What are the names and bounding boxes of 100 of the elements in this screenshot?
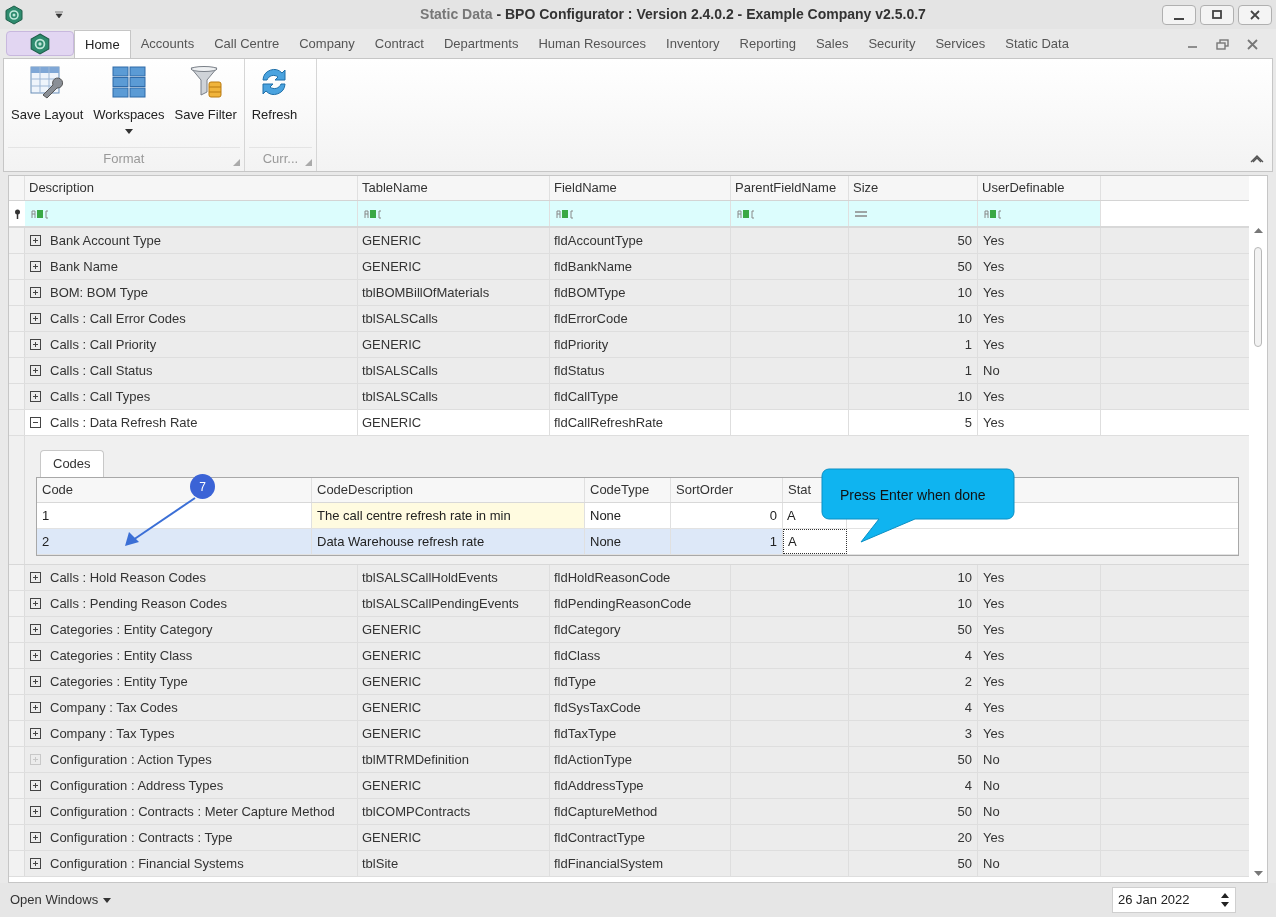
column-header[interactable]: Description bbox=[25, 176, 358, 200]
table-cell: GENERIC bbox=[358, 254, 550, 279]
expand-icon[interactable] bbox=[30, 365, 41, 376]
table-cell: 10 bbox=[849, 306, 978, 331]
ribbon-button[interactable]: Save Filter bbox=[169, 65, 242, 125]
table-cell: tblSALSCalls bbox=[358, 384, 550, 409]
column-header[interactable]: CodeType bbox=[590, 480, 650, 500]
column-header[interactable]: Code bbox=[42, 480, 74, 500]
expand-icon[interactable] bbox=[30, 391, 41, 402]
expand-icon[interactable] bbox=[30, 624, 41, 635]
table-cell: 5 bbox=[849, 410, 978, 435]
expand-icon[interactable] bbox=[30, 676, 41, 687]
ribbon-tab[interactable]: Home bbox=[74, 30, 131, 58]
document-title: Static Data bbox=[420, 5, 493, 24]
expand-icon[interactable] bbox=[30, 806, 41, 817]
table-cell: fldType bbox=[550, 669, 731, 694]
ribbon-tab[interactable]: Inventory bbox=[656, 30, 730, 58]
table-cell: fldActionType bbox=[550, 747, 731, 772]
scroll-down-icon[interactable] bbox=[1253, 871, 1263, 876]
table-cell: 1 bbox=[849, 332, 978, 357]
row-description: Categories : Entity Class bbox=[50, 646, 193, 665]
dialog-launcher-icon[interactable] bbox=[232, 159, 240, 166]
table-cell: No bbox=[978, 358, 1101, 383]
row-description: Categories : Entity Category bbox=[50, 620, 213, 639]
expand-icon[interactable] bbox=[30, 780, 41, 791]
app-logo-icon[interactable] bbox=[4, 4, 24, 25]
filter-cell[interactable] bbox=[25, 201, 358, 226]
expand-icon[interactable] bbox=[30, 702, 41, 713]
table-cell: GENERIC bbox=[358, 617, 550, 642]
expand-icon[interactable] bbox=[30, 598, 41, 609]
dialog-launcher-icon[interactable] bbox=[305, 159, 313, 166]
ribbon-tab[interactable]: Human Resources bbox=[528, 30, 657, 58]
row-description: Calls : Pending Reason Codes bbox=[50, 594, 228, 613]
close-icon[interactable] bbox=[1247, 38, 1258, 50]
ribbon-tab[interactable]: Call Centre bbox=[204, 30, 290, 58]
collapse-ribbon-icon[interactable] bbox=[1250, 153, 1264, 163]
restore-icon[interactable] bbox=[1216, 38, 1229, 50]
expand-icon[interactable] bbox=[30, 650, 41, 661]
ribbon-tab[interactable]: Departments bbox=[434, 30, 529, 58]
app-logo-icon[interactable] bbox=[29, 32, 51, 55]
ribbon-tab[interactable]: Security bbox=[858, 30, 926, 58]
table-cell: 50 bbox=[849, 254, 978, 279]
column-header[interactable]: SortOrder bbox=[676, 480, 734, 500]
ribbon-tab[interactable]: Contract bbox=[364, 30, 434, 58]
row-description: Categories : Entity Type bbox=[50, 672, 188, 691]
filter-cell[interactable] bbox=[550, 201, 731, 226]
expand-icon[interactable] bbox=[30, 313, 41, 324]
spinner-icon[interactable] bbox=[1221, 892, 1229, 908]
open-windows-button[interactable]: Open Windows bbox=[10, 890, 112, 910]
table-cell: 20 bbox=[849, 825, 978, 850]
expand-icon[interactable] bbox=[30, 261, 41, 272]
column-header[interactable]: CodeDescription bbox=[317, 480, 414, 500]
collapse-icon[interactable] bbox=[30, 417, 41, 428]
table-cell: tblMTRMDefinition bbox=[358, 747, 550, 772]
column-header[interactable]: UserDefinable bbox=[978, 176, 1101, 200]
minimize-button[interactable] bbox=[1162, 4, 1196, 25]
expand-icon[interactable] bbox=[30, 572, 41, 583]
ribbon-tab[interactable]: Reporting bbox=[729, 30, 806, 58]
ribbon-tab[interactable]: Company bbox=[289, 30, 365, 58]
column-header[interactable]: Stat bbox=[788, 480, 812, 500]
filter-cell[interactable] bbox=[849, 201, 978, 226]
ribbon-tab[interactable]: Static Data bbox=[995, 30, 1079, 58]
expand-icon[interactable] bbox=[30, 832, 41, 843]
table-cell: GENERIC bbox=[358, 825, 550, 850]
expand-icon[interactable] bbox=[30, 235, 41, 246]
filter-cell[interactable] bbox=[978, 201, 1101, 226]
expand-icon[interactable] bbox=[30, 287, 41, 298]
ribbon-button[interactable]: Workspaces bbox=[88, 65, 170, 134]
expand-icon[interactable] bbox=[30, 728, 41, 739]
close-button[interactable] bbox=[1238, 4, 1272, 25]
column-header[interactable]: FieldName bbox=[550, 176, 731, 200]
column-header[interactable]: TableName bbox=[358, 176, 550, 200]
quick-access-caret-icon[interactable] bbox=[54, 10, 64, 19]
detail-tab[interactable]: Codes bbox=[40, 450, 104, 477]
pin-icon bbox=[13, 208, 21, 219]
maximize-button[interactable] bbox=[1200, 4, 1234, 25]
table-cell: 4 bbox=[849, 773, 978, 798]
ribbon-tab[interactable]: Services bbox=[925, 30, 996, 58]
filter-cell[interactable] bbox=[731, 201, 849, 226]
table-cell: fldAccountType bbox=[550, 228, 731, 253]
expand-icon[interactable] bbox=[30, 339, 41, 350]
date-field[interactable]: 26 Jan 2022 bbox=[1112, 887, 1236, 913]
text-filter-icon bbox=[737, 208, 757, 219]
column-header[interactable]: ParentFieldName bbox=[731, 176, 849, 200]
ribbon-tab[interactable]: Accounts bbox=[130, 30, 205, 58]
table-cell: 50 bbox=[849, 617, 978, 642]
expand-icon[interactable] bbox=[30, 858, 41, 869]
table-cell: tblSite bbox=[358, 851, 550, 876]
ribbon-button[interactable]: Save Layout bbox=[6, 65, 89, 125]
table-cell: No bbox=[978, 773, 1101, 798]
scrollbar-thumb[interactable] bbox=[1254, 247, 1262, 347]
application-menu-button[interactable] bbox=[6, 31, 74, 56]
scroll-up-icon[interactable] bbox=[1253, 228, 1263, 233]
ribbon-tab[interactable]: Sales bbox=[805, 30, 859, 58]
column-header[interactable]: Size bbox=[849, 176, 978, 200]
ribbon-button[interactable]: Refresh bbox=[246, 65, 303, 125]
table-cell[interactable]: A bbox=[783, 529, 847, 554]
table-cell: Yes bbox=[978, 643, 1101, 668]
row-description: Calls : Call Error Codes bbox=[50, 309, 186, 328]
filter-cell[interactable] bbox=[358, 201, 550, 226]
